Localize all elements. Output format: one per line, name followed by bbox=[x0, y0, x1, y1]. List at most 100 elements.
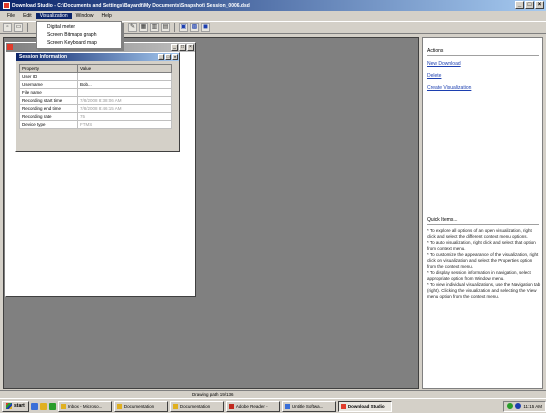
menu-item-digital-meter[interactable]: Digital meter bbox=[37, 23, 121, 31]
maximize-button[interactable]: □ bbox=[165, 54, 171, 60]
folder-icon bbox=[172, 403, 178, 409]
visualization-menu: Digital meter Screen Bitmaps graph Scree… bbox=[36, 21, 122, 49]
taskbar-item-documentation[interactable]: Documentation bbox=[113, 400, 168, 412]
menu-bar: File Edit Visualization Window Help bbox=[0, 11, 546, 21]
value-cell: Bob... bbox=[77, 80, 172, 89]
internet-explorer-icon[interactable] bbox=[30, 402, 38, 410]
session-info-titlebar[interactable]: Session Information _ □ × bbox=[16, 53, 179, 61]
menu-window[interactable]: Window bbox=[72, 13, 98, 19]
session-info-window[interactable]: Session Information _ □ × Property Value… bbox=[15, 52, 180, 152]
menu-help[interactable]: Help bbox=[97, 13, 115, 19]
value-cell: FTMS bbox=[77, 120, 172, 129]
taskbar-item-label: Documentation bbox=[123, 403, 155, 409]
taskbar-item-label: Adobe Reader - bbox=[235, 403, 268, 409]
property-cell: Recording rate bbox=[19, 112, 78, 121]
property-cell: Device type bbox=[19, 120, 78, 129]
table-icon[interactable]: ▤ bbox=[161, 23, 170, 32]
value-cell: 75 bbox=[77, 112, 172, 121]
security-icon[interactable] bbox=[515, 403, 522, 409]
quick-item-text: * To view individual visualizations, use… bbox=[427, 282, 541, 299]
maximize-button[interactable]: □ bbox=[525, 1, 534, 9]
menu-file[interactable]: File bbox=[3, 13, 19, 19]
property-cell: User ID bbox=[19, 72, 78, 81]
property-cell: Recording end time bbox=[19, 104, 78, 113]
value-cell bbox=[77, 88, 172, 97]
taskbar-item-download-studio[interactable]: Download Studio bbox=[337, 400, 392, 412]
table-row[interactable]: User ID bbox=[19, 72, 172, 81]
close-button[interactable]: × bbox=[535, 1, 544, 9]
create-visualization-link[interactable]: Create Visualization bbox=[427, 85, 539, 91]
actions-heading: Actions bbox=[427, 48, 539, 56]
table-row[interactable]: Recording start time 7/8/2008 8:38:06 AM bbox=[19, 96, 172, 105]
cascade-icon[interactable]: ◼ bbox=[201, 23, 210, 32]
maximize-button[interactable]: □ bbox=[179, 44, 186, 51]
quick-item-text: * To auto visualization, right click and… bbox=[427, 240, 536, 251]
minimize-button[interactable]: _ bbox=[171, 44, 178, 51]
taskbar-item-label: Untitle Softwa... bbox=[291, 403, 324, 409]
mail-icon bbox=[60, 403, 66, 409]
window-title: Download Studio - C:\Documents and Setti… bbox=[12, 2, 250, 9]
start-button[interactable]: start bbox=[2, 400, 29, 412]
start-label: start bbox=[14, 403, 25, 409]
new-download-link[interactable]: New Download bbox=[427, 61, 539, 67]
pdf-icon bbox=[228, 403, 234, 409]
quick-items-heading: Quick Items... bbox=[427, 217, 539, 225]
window-icon[interactable]: ▣ bbox=[179, 23, 188, 32]
taskbar-item-label: Documentation bbox=[179, 403, 211, 409]
toolbar-separator bbox=[174, 23, 175, 32]
status-text: Drawing path 19/136 bbox=[192, 392, 234, 397]
close-button[interactable]: × bbox=[172, 54, 178, 60]
tile-icon[interactable]: ▩ bbox=[190, 23, 199, 32]
table-row[interactable]: Recording end time 7/8/2008 8:46:15 AM bbox=[19, 104, 172, 113]
taskbar-item-label: Inbox - Microso... bbox=[67, 403, 103, 409]
table-row[interactable]: File name bbox=[19, 88, 172, 97]
new-icon[interactable]: ▫ bbox=[3, 23, 12, 32]
minimize-button[interactable]: _ bbox=[158, 54, 164, 60]
session-info-title: Session Information bbox=[19, 54, 68, 60]
menu-item-keyboard-map[interactable]: Screen Keyboard map bbox=[37, 39, 121, 47]
window-controls: _ □ × bbox=[515, 1, 544, 9]
folder-icon bbox=[116, 403, 122, 409]
close-button[interactable]: × bbox=[187, 44, 194, 51]
column-header-property[interactable]: Property bbox=[19, 64, 78, 73]
menu-item-bitmaps-graph[interactable]: Screen Bitmaps graph bbox=[37, 31, 121, 39]
toolbar-separator bbox=[27, 23, 28, 32]
session-info-controls: _ □ × bbox=[158, 54, 178, 60]
menu-edit[interactable]: Edit bbox=[19, 13, 36, 19]
task-panel: Actions New Download Delete Create Visua… bbox=[422, 37, 543, 389]
table-row[interactable]: Username Bob... bbox=[19, 80, 172, 89]
open-icon[interactable]: ▭ bbox=[14, 23, 23, 32]
session-info-table: Property Value User ID Username Bob... F… bbox=[19, 64, 172, 129]
taskbar-item-adobe-reader[interactable]: Adobe Reader - bbox=[225, 400, 280, 412]
column-header-value[interactable]: Value bbox=[77, 64, 172, 73]
table-row[interactable]: Device type FTMS bbox=[19, 120, 172, 129]
taskbar-item-inbox[interactable]: Inbox - Microso... bbox=[57, 400, 112, 412]
quick-item-text: * To explore all options of an open visu… bbox=[427, 228, 532, 239]
property-cell: File name bbox=[19, 88, 78, 97]
session-icon bbox=[7, 44, 13, 50]
delete-link[interactable]: Delete bbox=[427, 73, 539, 79]
taskbar-item-documentation-2[interactable]: Documentation bbox=[169, 400, 224, 412]
quick-item-text: * To display session information in navi… bbox=[427, 270, 531, 281]
property-cell: Username bbox=[19, 80, 78, 89]
menu-visualization[interactable]: Visualization bbox=[35, 13, 72, 19]
chart-icon[interactable]: ▥ bbox=[150, 23, 159, 32]
grid-icon[interactable]: ▦ bbox=[139, 23, 148, 32]
windows-logo-icon bbox=[6, 403, 12, 409]
app-icon bbox=[3, 2, 10, 9]
property-cell: Recording start time bbox=[19, 96, 78, 105]
network-icon[interactable] bbox=[507, 403, 514, 409]
pen-icon[interactable]: ✎ bbox=[128, 23, 137, 32]
folder-icon[interactable] bbox=[39, 402, 47, 410]
table-row[interactable]: Recording rate 75 bbox=[19, 112, 172, 121]
value-cell: 7/8/2008 8:38:06 AM bbox=[77, 96, 172, 105]
taskbar: start Inbox - Microso... Documentation D… bbox=[0, 398, 546, 413]
clock[interactable]: 11:15 AM bbox=[523, 404, 542, 409]
system-tray: 11:15 AM bbox=[503, 400, 546, 412]
minimize-button[interactable]: _ bbox=[515, 1, 524, 9]
taskbar-item-untitle-software[interactable]: Untitle Softwa... bbox=[281, 400, 336, 412]
app-icon bbox=[284, 403, 290, 409]
window-titlebar: Download Studio - C:\Documents and Setti… bbox=[0, 0, 546, 11]
taskbar-item-label: Download Studio bbox=[347, 403, 385, 409]
media-icon[interactable] bbox=[48, 402, 56, 410]
